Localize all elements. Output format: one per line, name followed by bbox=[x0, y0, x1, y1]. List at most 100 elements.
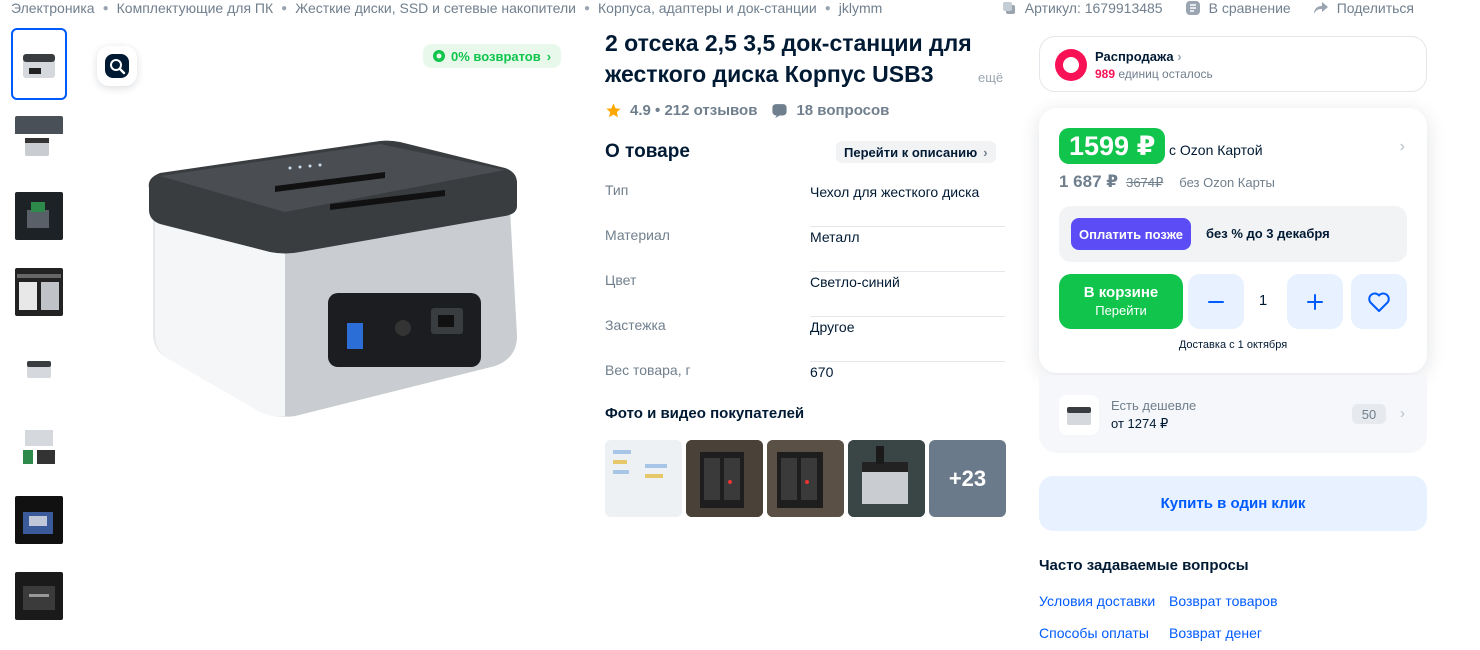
faq-heading: Часто задаваемые вопросы bbox=[1039, 557, 1249, 574]
customer-photo[interactable] bbox=[686, 440, 763, 517]
chevron-right-icon: › bbox=[983, 144, 988, 160]
about-heading: О товаре bbox=[605, 141, 690, 162]
thumbnail-list bbox=[11, 28, 67, 636]
breadcrumb-item[interactable]: Жесткие диски, SSD и сетевые накопители bbox=[295, 0, 576, 16]
faq-link-delivery[interactable]: Условия доставки bbox=[1039, 593, 1155, 609]
returns-icon bbox=[433, 50, 445, 62]
article-text: Артикул: 1679913485 bbox=[1024, 0, 1163, 16]
share-button[interactable]: Поделиться bbox=[1313, 0, 1414, 16]
thumbnail[interactable] bbox=[11, 332, 67, 404]
more-photos-count: +23 bbox=[948, 465, 987, 491]
faq-link-returns[interactable]: Возврат товаров bbox=[1169, 593, 1278, 609]
thumbnail[interactable] bbox=[11, 560, 67, 632]
compare-button[interactable]: В сравнение bbox=[1185, 0, 1291, 16]
thumbnail[interactable] bbox=[11, 408, 67, 480]
spec-value: Металл bbox=[810, 229, 860, 245]
cheaper-offers[interactable]: Есть дешевле от 1274 ₽ 50 › bbox=[1039, 375, 1427, 453]
thumbnail[interactable] bbox=[11, 104, 67, 176]
rating-reviews-link[interactable]: 4.9 • 212 отзывов bbox=[630, 102, 757, 119]
spec-row: Застежка Другое bbox=[605, 317, 1005, 362]
customer-photo[interactable] bbox=[605, 440, 682, 517]
go-to-cart-label: Перейти bbox=[1095, 303, 1147, 318]
share-label: Поделиться bbox=[1336, 0, 1414, 16]
old-price: 3674₽ bbox=[1126, 175, 1164, 190]
breadcrumb-separator: ● bbox=[102, 2, 109, 14]
pay-later-button[interactable]: Оплатить позже bbox=[1071, 218, 1191, 250]
cheaper-offer-image bbox=[1059, 395, 1099, 435]
compare-label: В сравнение bbox=[1208, 0, 1291, 16]
favorite-button[interactable] bbox=[1351, 274, 1407, 329]
card-price: 1599 ₽ bbox=[1059, 128, 1166, 164]
sale-remaining-count: 989 bbox=[1095, 67, 1116, 81]
faq-link-refund[interactable]: Возврат денег bbox=[1169, 625, 1262, 641]
in-cart-label: В корзине bbox=[1083, 284, 1159, 301]
breadcrumb-separator: ● bbox=[281, 2, 288, 14]
image-search-button[interactable] bbox=[97, 46, 137, 86]
customer-photo-image bbox=[848, 440, 925, 517]
thumbnail-image bbox=[15, 116, 63, 164]
thumbnail-image bbox=[15, 268, 63, 316]
spec-row: Материал Металл bbox=[605, 227, 1005, 272]
regular-price: 1 687 ₽ bbox=[1059, 172, 1119, 191]
breadcrumb-item[interactable]: Корпуса, адаптеры и док-станции bbox=[598, 0, 817, 16]
thumbnail[interactable] bbox=[11, 28, 67, 100]
thumbnail-image bbox=[15, 572, 63, 620]
share-icon bbox=[1313, 2, 1328, 14]
chevron-right-icon[interactable]: › bbox=[1400, 138, 1405, 156]
thumbnail[interactable] bbox=[11, 180, 67, 252]
spec-value: Другое bbox=[810, 319, 855, 335]
sale-banner[interactable]: Распродажа › 989 единиц осталось bbox=[1039, 36, 1427, 92]
questions-link[interactable]: 18 вопросов bbox=[796, 102, 889, 119]
returns-badge[interactable]: 0% возвратов › bbox=[423, 44, 562, 68]
sale-logo-icon bbox=[1055, 49, 1087, 81]
breadcrumb-item[interactable]: Комплектующие для ПК bbox=[117, 0, 274, 16]
main-image[interactable] bbox=[85, 28, 585, 448]
spec-value: 670 bbox=[810, 364, 834, 380]
spec-key: Вес товара, г bbox=[605, 362, 691, 378]
cheaper-count-badge: 50 bbox=[1352, 404, 1386, 424]
spec-row: Вес товара, г 670 bbox=[605, 362, 1005, 407]
spec-key: Тип bbox=[605, 182, 629, 198]
spec-key: Материал bbox=[605, 227, 670, 243]
image-search-icon bbox=[105, 54, 129, 78]
article-number[interactable]: Артикул: 1679913485 bbox=[1001, 0, 1163, 16]
thumbnail-image bbox=[15, 496, 63, 544]
decrease-quantity-button[interactable] bbox=[1188, 274, 1244, 329]
sale-remaining: 989 единиц осталось bbox=[1095, 67, 1213, 81]
spec-key: Застежка bbox=[605, 317, 666, 333]
plus-icon bbox=[1307, 293, 1323, 310]
customer-photo[interactable] bbox=[848, 440, 925, 517]
spec-row: Тип Чехол для жесткого диска bbox=[605, 182, 1005, 227]
go-to-description-label: Перейти к описанию bbox=[844, 144, 978, 160]
regular-price-row: 1 687 ₽ 3674₽ без Ozon Карты bbox=[1059, 172, 1275, 192]
buy-one-click-button[interactable]: Купить в один клик bbox=[1039, 476, 1427, 531]
top-actions: Артикул: 1679913485 В сравнение Поделить… bbox=[1001, 0, 1414, 16]
customer-photo[interactable] bbox=[767, 440, 844, 517]
breadcrumb: Электроника ● Комплектующие для ПК ● Жестк… bbox=[11, 0, 882, 16]
faq-link-payment[interactable]: Способы оплаты bbox=[1039, 625, 1149, 641]
spec-value: Светло-синий bbox=[810, 274, 900, 290]
customer-photo-image bbox=[767, 440, 844, 517]
breadcrumb-separator: ● bbox=[583, 2, 590, 14]
thumbnail-image bbox=[15, 344, 63, 392]
go-to-description-button[interactable]: Перейти к описанию › bbox=[836, 141, 996, 163]
star-icon bbox=[606, 103, 621, 118]
title-more-link[interactable]: ещё bbox=[978, 70, 1003, 85]
heart-icon bbox=[1368, 292, 1390, 312]
sale-title: Распродажа › bbox=[1095, 49, 1182, 64]
breadcrumb-separator: ● bbox=[824, 2, 831, 14]
spec-key: Цвет bbox=[605, 272, 637, 288]
thumbnail-image bbox=[15, 420, 63, 468]
chevron-right-icon: › bbox=[546, 48, 552, 64]
in-cart-button[interactable]: В корзине Перейти bbox=[1059, 274, 1183, 329]
thumbnail[interactable] bbox=[11, 256, 67, 328]
breadcrumb-item[interactable]: Электроника bbox=[11, 0, 95, 16]
increase-quantity-button[interactable] bbox=[1287, 274, 1343, 329]
product-image bbox=[148, 140, 517, 418]
compare-icon bbox=[1185, 1, 1200, 15]
more-photos-button[interactable]: +23 bbox=[929, 440, 1006, 517]
customer-photos-heading: Фото и видео покупателей bbox=[605, 405, 805, 422]
breadcrumb-item[interactable]: jklymm bbox=[839, 0, 883, 16]
thumbnail[interactable] bbox=[11, 484, 67, 556]
customer-photo-image bbox=[686, 440, 763, 517]
